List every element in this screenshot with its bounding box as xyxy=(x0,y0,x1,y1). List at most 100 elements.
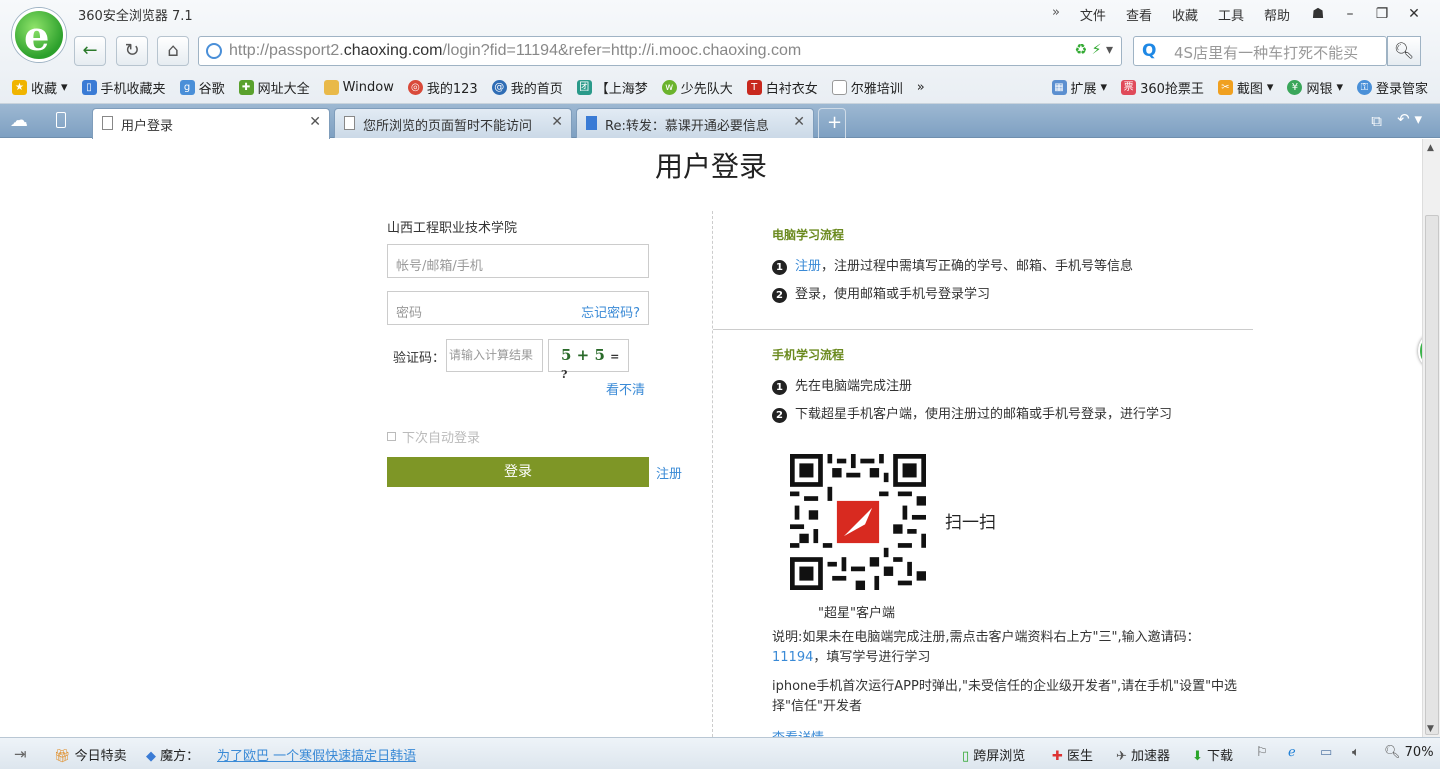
password-input[interactable]: 密码 忘记密码? xyxy=(387,291,649,325)
undo-close-icon[interactable]: ↶ ▾ xyxy=(1397,110,1422,128)
home-button[interactable]: ⌂ xyxy=(157,36,189,66)
doctor-button[interactable]: ✚ 医生 xyxy=(1052,745,1093,764)
remember-me-checkbox[interactable] xyxy=(387,432,396,441)
bookmark-item[interactable]: @ 我的首页 xyxy=(491,78,563,97)
bookmark-item[interactable]: ▯ 手机收藏夹 xyxy=(81,78,166,97)
speed-mode-icon[interactable]: ⚡ xyxy=(1092,42,1102,58)
tab-bar: ☁ 用户登录 ✕ 您所浏览的页面暂时不能访问 ✕ Re:转发：慕课开通必要信息 … xyxy=(0,104,1440,139)
captcha-input[interactable]: 请输入计算结果 xyxy=(446,339,543,372)
menu-file[interactable]: 文件 xyxy=(1080,5,1106,24)
menu-more[interactable]: » xyxy=(1052,5,1060,24)
forgot-password-link[interactable]: 忘记密码? xyxy=(581,302,640,321)
account-input[interactable]: 帐号/邮箱/手机 xyxy=(387,244,649,278)
site-123-icon: ◎ xyxy=(407,79,423,95)
ebank-button[interactable]: ¥ 网银 ▾ xyxy=(1287,78,1343,97)
compat-mode-icon[interactable]: ♻ xyxy=(1075,42,1088,58)
browser-toolbar: e 360安全浏览器 7.1 » 文件 查看 收藏 工具 帮助 ☗ – ❐ ✕ … xyxy=(0,0,1440,104)
speaker-icon[interactable]: 🔈︎ xyxy=(1352,745,1360,760)
pc-section-title: 电脑学习流程 xyxy=(772,228,845,242)
screenshot-button[interactable]: ✂ 截图 ▾ xyxy=(1217,78,1273,97)
window-title: 360安全浏览器 7.1 xyxy=(78,9,193,24)
browser-logo[interactable]: e xyxy=(12,8,66,62)
accelerator-button[interactable]: ✈ 加速器 xyxy=(1116,745,1170,764)
menu-help[interactable]: 帮助 xyxy=(1264,5,1290,24)
qr-caption: "超星"客户端 xyxy=(818,606,895,621)
menu-favorites[interactable]: 收藏 xyxy=(1172,5,1198,24)
bookmarks-more[interactable]: » xyxy=(917,80,925,95)
rocket-icon: ✈ xyxy=(1116,749,1127,764)
tab-restore-icon[interactable]: ⧉ xyxy=(1371,112,1382,130)
sidebar-toggle-icon[interactable]: ⇥ xyxy=(14,745,27,763)
menu-tools[interactable]: 工具 xyxy=(1218,5,1244,24)
tab-page-unavailable[interactable]: 您所浏览的页面暂时不能访问 ✕ xyxy=(334,108,572,138)
search-icon: 🔍︎ xyxy=(1393,41,1415,60)
menu-view[interactable]: 查看 xyxy=(1126,5,1152,24)
close-tab-icon[interactable]: ✕ xyxy=(793,114,805,130)
folder-icon xyxy=(323,79,339,95)
page-icon xyxy=(344,116,355,130)
restore-button[interactable]: ❐ xyxy=(1366,3,1398,25)
scrollbar-thumb[interactable] xyxy=(1425,215,1439,735)
back-button[interactable]: ← xyxy=(74,36,106,66)
page-content: 用户登录 山西工程职业技术学院 帐号/邮箱/手机 密码 忘记密码? 验证码： 请… xyxy=(0,139,1422,737)
skin-icon[interactable]: ☗ xyxy=(1302,3,1334,25)
search-input[interactable]: Q 4S店里有一种车打死不能买 xyxy=(1133,36,1387,66)
close-tab-icon[interactable]: ✕ xyxy=(309,114,321,130)
bookmark-item[interactable]: Window xyxy=(323,79,394,95)
tab-mail[interactable]: Re:转发：慕课开通必要信息 ✕ xyxy=(576,108,814,138)
today-deals[interactable]: 🎁︎ 今日特卖 xyxy=(54,745,127,764)
phone-icon: ▯ xyxy=(962,749,970,764)
pc-register-link[interactable]: 注册 xyxy=(795,259,821,274)
remember-me[interactable]: 下次自动登录 xyxy=(387,427,480,446)
bookmark-item[interactable]: g 谷歌 xyxy=(179,78,225,97)
ad-link[interactable]: 为了欧巴 一个寒假快速搞定日韩语 xyxy=(217,745,416,764)
extensions-button[interactable]: ▦ 扩展 ▾ xyxy=(1051,78,1107,97)
bookmark-item[interactable]: w 少先队大 xyxy=(661,78,733,97)
mobile-section-title: 手机学习流程 xyxy=(772,348,845,362)
search-button[interactable]: 🔍︎ xyxy=(1387,36,1421,66)
bookmark-item[interactable]: ✚ 网址大全 xyxy=(238,78,310,97)
vertical-divider xyxy=(712,211,713,737)
bookmark-item[interactable]: T 白衬衣女 xyxy=(746,78,818,97)
close-tab-icon[interactable]: ✕ xyxy=(551,114,563,130)
vertical-scrollbar[interactable]: ▲ ▼ xyxy=(1422,139,1440,737)
scroll-down-icon[interactable]: ▼ xyxy=(1427,724,1434,734)
phone-icon[interactable] xyxy=(56,112,66,128)
captcha-image[interactable]: 5 + 5 = ? xyxy=(548,339,629,381)
login-button[interactable]: 登录 xyxy=(387,457,649,487)
site-icon: 团 xyxy=(576,79,592,95)
bookmark-favorites[interactable]: ★ 收藏 ▾ xyxy=(12,78,68,97)
address-bar[interactable]: http://passport2.chaoxing.com/login?fid=… xyxy=(198,36,1122,66)
register-link[interactable]: 注册 xyxy=(656,463,682,482)
bookmark-item[interactable]: 尔雅培训 xyxy=(831,78,903,97)
flag-icon[interactable]: ⚐ xyxy=(1256,745,1268,760)
scroll-up-icon[interactable]: ▲ xyxy=(1427,143,1434,153)
download-button[interactable]: ⬇ 下载 xyxy=(1192,745,1233,764)
bookmark-item[interactable]: 团【上海梦 xyxy=(576,78,648,97)
captcha-refresh-link[interactable]: 看不清 xyxy=(606,379,645,398)
refresh-button[interactable]: ↻ xyxy=(116,36,148,66)
address-text[interactable]: http://passport2.chaoxing.com/login?fid=… xyxy=(229,42,801,60)
bookmark-item[interactable]: ◎ 我的123 xyxy=(407,78,478,97)
more-details-link[interactable]: 查看详情 xyxy=(772,727,824,737)
ie-icon[interactable]: ℯ xyxy=(1288,745,1296,760)
homepage-icon: @ xyxy=(491,79,507,95)
close-window-button[interactable]: ✕ xyxy=(1398,3,1430,25)
cloud-icon[interactable]: ☁ xyxy=(10,110,28,131)
tab-user-login[interactable]: 用户登录 ✕ xyxy=(92,108,330,139)
search-engine-icon[interactable]: Q xyxy=(1142,41,1156,61)
chevron-down-icon[interactable]: ▾ xyxy=(1106,42,1113,58)
menu-bar: » 文件 查看 收藏 工具 帮助 xyxy=(1052,5,1290,24)
instructions-note: 说明:如果未在电脑端完成注册,需点击客户端资料右上方"三",输入邀请码： 111… xyxy=(772,630,1200,665)
new-tab-button[interactable]: + xyxy=(818,108,846,138)
split-view-button[interactable]: ▯ 跨屏浏览 xyxy=(962,745,1025,764)
window-icon[interactable]: ▭ xyxy=(1320,745,1332,760)
minimize-button[interactable]: – xyxy=(1334,3,1366,25)
phone-icon: ▯ xyxy=(81,79,97,95)
ticket-button[interactable]: 票 360抢票王 xyxy=(1121,78,1204,97)
login-manager-button[interactable]: ⚿ 登录管家 xyxy=(1356,78,1428,97)
zoom-control[interactable]: 🔍︎ 70% xyxy=(1384,745,1434,760)
school-name: 山西工程职业技术学院 xyxy=(387,221,518,236)
search-placeholder: 4S店里有一种车打死不能买 xyxy=(1174,44,1359,62)
key-icon: ⚿ xyxy=(1356,79,1372,95)
